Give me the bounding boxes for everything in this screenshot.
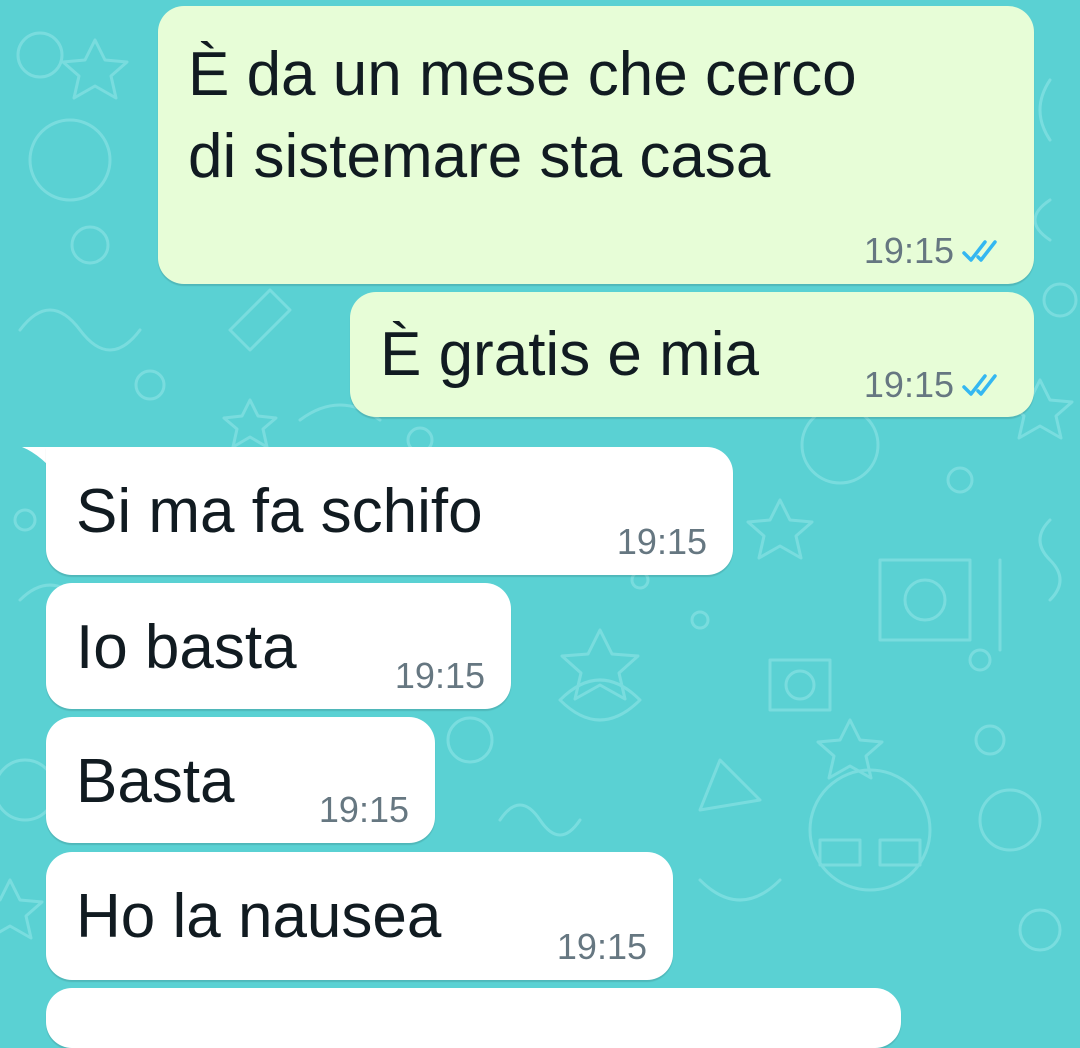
message-text-line-1: È da un mese che cerco xyxy=(188,40,857,109)
message-timestamp: 19:15 xyxy=(394,655,485,696)
message-meta: 19:15 xyxy=(864,365,1006,405)
message-meta: 19:15 xyxy=(319,790,409,830)
message-timestamp: 19:15 xyxy=(863,364,954,405)
incoming-message-bubble[interactable]: Si ma fa schifo 19:15 xyxy=(46,447,733,575)
message-timestamp: 19:15 xyxy=(318,789,409,830)
message-meta: 19:15 xyxy=(557,927,647,967)
incoming-message-bubble[interactable]: Basta 19:15 xyxy=(46,717,435,843)
incoming-message-bubble-partial[interactable] xyxy=(46,988,901,1048)
read-double-check-icon xyxy=(962,374,997,396)
message-timestamp: 19:15 xyxy=(616,521,707,562)
incoming-message-bubble[interactable]: Io basta 19:15 xyxy=(46,583,511,709)
message-meta: 19:15 xyxy=(864,231,1006,271)
message-text: Io basta xyxy=(76,613,297,682)
message-text: Ho la nausea xyxy=(76,882,442,951)
message-text-line-2: di sistemare sta casa xyxy=(188,122,771,191)
message-meta: 19:15 xyxy=(395,656,485,696)
message-timestamp: 19:15 xyxy=(863,230,954,271)
incoming-message-bubble[interactable]: Ho la nausea 19:15 xyxy=(46,852,673,980)
message-text: Si ma fa schifo xyxy=(76,477,483,546)
outgoing-message-bubble[interactable]: È da un mese che cerco di sistemare sta … xyxy=(158,6,1034,284)
outgoing-message-bubble[interactable]: È gratis e mia 19:15 xyxy=(350,292,1034,417)
message-text: È gratis e mia xyxy=(380,320,760,389)
read-double-check-icon xyxy=(962,240,997,262)
message-timestamp: 19:15 xyxy=(556,926,647,967)
message-text: Basta xyxy=(76,747,235,816)
message-meta: 19:15 xyxy=(617,522,707,562)
